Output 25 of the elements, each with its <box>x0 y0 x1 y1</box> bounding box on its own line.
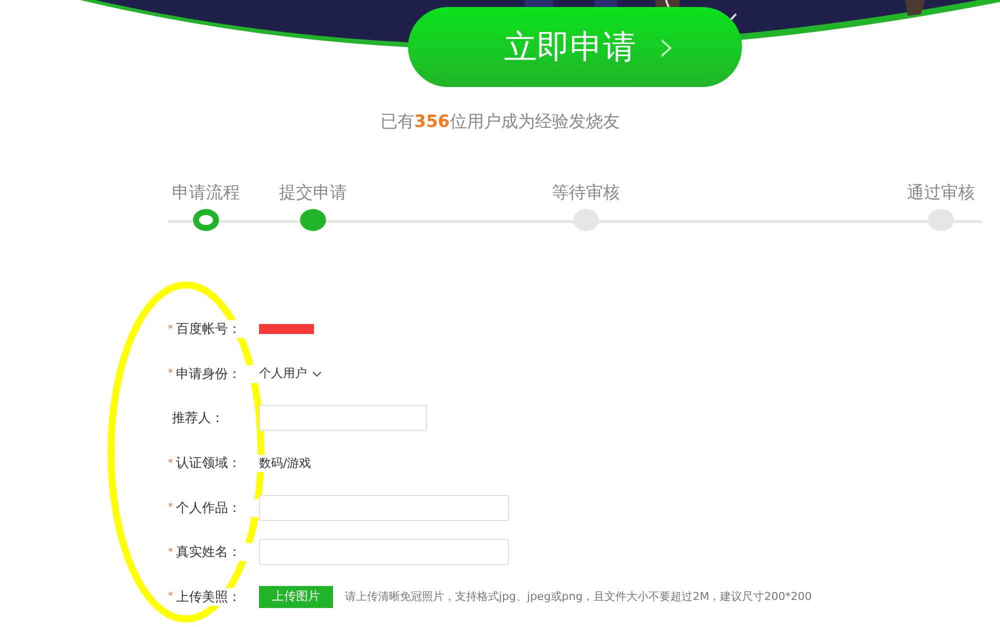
apply-button[interactable]: 立即申请 › <box>408 7 742 87</box>
required-mark: * <box>168 546 174 558</box>
field-label: 个人作品： <box>176 498 259 517</box>
step-label: 等待审核 <box>552 182 620 204</box>
input-field[interactable] <box>259 405 427 432</box>
input-field[interactable] <box>259 539 509 566</box>
field-label: 申请身份： <box>176 364 259 383</box>
member-count-text: 已有356位用户成为经验发烧友 <box>379 111 621 133</box>
required-mark: * <box>168 368 174 380</box>
step-label: 申请流程 <box>172 182 240 204</box>
required-mark: * <box>168 591 174 602</box>
required-mark: * <box>168 458 174 469</box>
upload-hint: 请上传清晰免冠照片，支持格式jpg、jpeg或png，且文件大小不要超过2M，建议尺寸200*200 <box>345 589 812 604</box>
caret-icon <box>312 370 322 377</box>
step-label: 通过审核 <box>907 182 975 204</box>
field-label: 认证领域： <box>176 454 259 472</box>
required-mark: * <box>168 324 174 335</box>
step-label: 提交申请 <box>279 182 347 204</box>
redaction-bar <box>259 324 314 334</box>
step-dot <box>300 209 326 231</box>
required-mark: * <box>168 502 174 514</box>
input-field[interactable] <box>259 494 509 521</box>
field-value: 数码/游戏 <box>259 454 312 472</box>
upload-button[interactable]: 上传图片 <box>259 586 333 608</box>
step-dot <box>193 209 219 231</box>
